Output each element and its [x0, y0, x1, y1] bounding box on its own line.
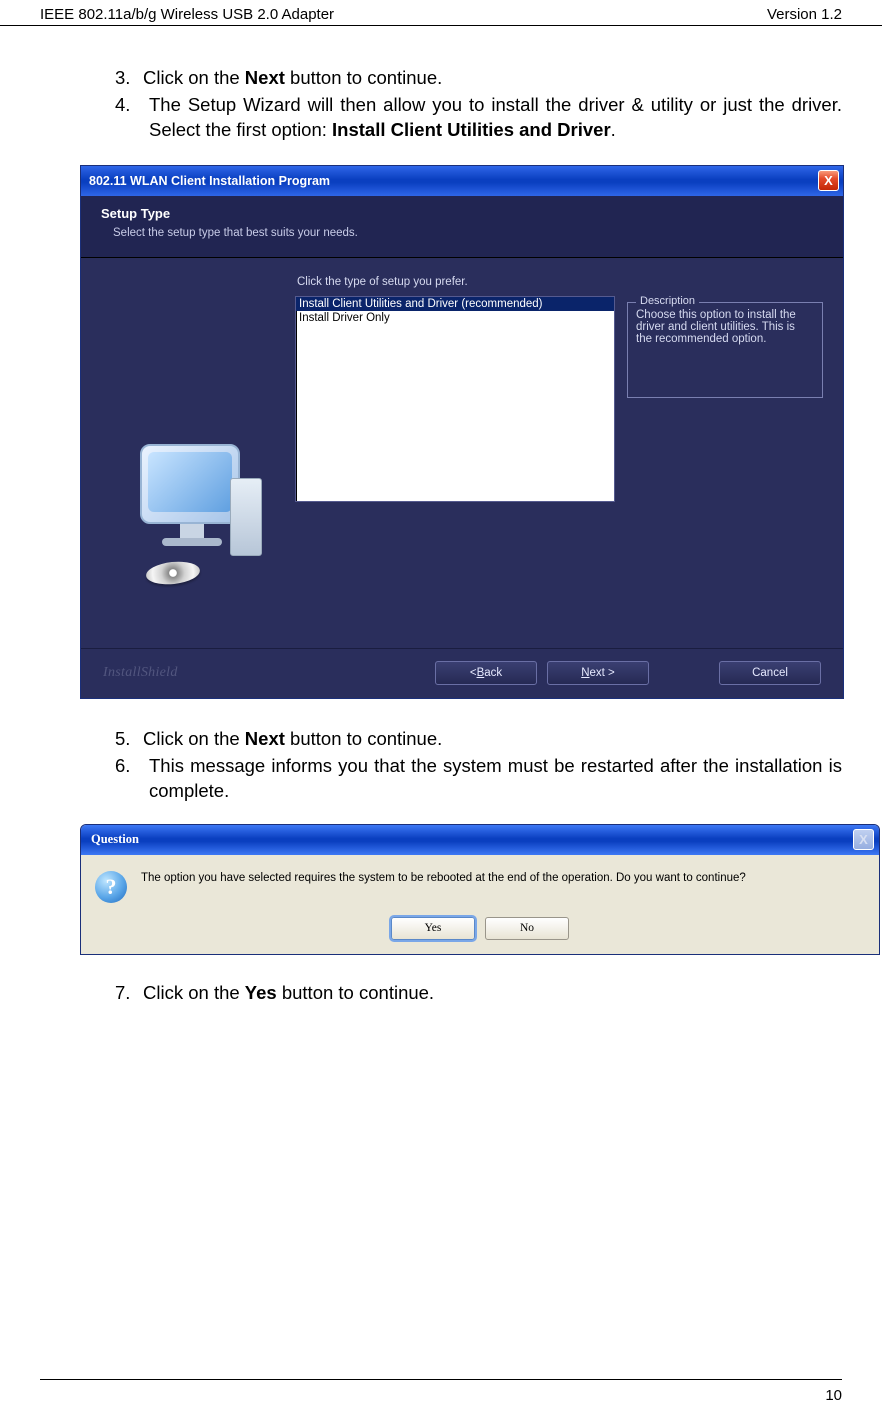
step-text: .: [611, 119, 616, 140]
step-6: 6. This message informs you that the sys…: [115, 754, 842, 804]
setup-options-list[interactable]: Install Client Utilities and Driver (rec…: [295, 296, 615, 502]
step-bold: Next: [245, 728, 285, 749]
option-install-utilities-driver[interactable]: Install Client Utilities and Driver (rec…: [296, 297, 614, 311]
header-right: Version 1.2: [767, 6, 842, 23]
step-5: 5.Click on the Next button to continue.: [115, 727, 842, 752]
wizard-header: Setup Type Select the setup type that be…: [81, 196, 843, 258]
installer-window: 802.11 WLAN Client Installation Program …: [80, 165, 844, 699]
step-num: 7.: [115, 981, 143, 1006]
step-text: Click on the: [143, 728, 245, 749]
installer-title: 802.11 WLAN Client Installation Program: [89, 174, 330, 188]
setup-prompt: Click the type of setup you prefer.: [297, 276, 823, 288]
back-underline: B: [477, 667, 485, 679]
question-icon: ?: [95, 871, 127, 903]
step-text: button to continue.: [277, 982, 434, 1003]
step-text: button to continue.: [285, 67, 442, 88]
wizard-body: Click the type of setup you prefer. Inst…: [81, 258, 843, 648]
step-num: 4.: [115, 93, 143, 118]
instruction-list-c: 7.Click on the Yes button to continue.: [40, 981, 842, 1006]
step-num: 6.: [115, 754, 143, 779]
question-title: Question: [91, 832, 139, 847]
instruction-list-a: 3.Click on the Next button to continue. …: [40, 66, 842, 143]
header-left: IEEE 802.11a/b/g Wireless USB 2.0 Adapte…: [40, 6, 334, 23]
step-num: 5.: [115, 727, 143, 752]
step-3: 3.Click on the Next button to continue.: [115, 66, 842, 91]
no-button[interactable]: No: [485, 917, 569, 940]
wizard-footer: InstallShield < Back Next > Cancel: [81, 648, 843, 698]
description-box: Description Choose this option to instal…: [627, 302, 823, 398]
installer-titlebar: 802.11 WLAN Client Installation Program …: [81, 166, 843, 196]
step-text: This message informs you that the system…: [149, 755, 842, 801]
step-4: 4. The Setup Wizard will then allow you …: [115, 93, 842, 143]
next-button[interactable]: Next >: [547, 661, 649, 685]
step-7: 7.Click on the Yes button to continue.: [115, 981, 842, 1006]
instruction-list-b: 5.Click on the Next button to continue. …: [40, 727, 842, 804]
step-text: Click on the: [143, 982, 245, 1003]
footer-rule: [40, 1379, 842, 1380]
page-header: IEEE 802.11a/b/g Wireless USB 2.0 Adapte…: [0, 0, 882, 26]
back-rest: ack: [484, 667, 502, 679]
wizard-graphic: [101, 276, 291, 624]
cancel-button[interactable]: Cancel: [719, 661, 821, 685]
question-titlebar: Question X: [81, 825, 879, 855]
back-button[interactable]: < Back: [435, 661, 537, 685]
next-underline: N: [581, 667, 589, 679]
step-bold: Next: [245, 67, 285, 88]
step-bold: Yes: [245, 982, 277, 1003]
computer-icon: [126, 444, 266, 584]
installshield-label: InstallShield: [103, 665, 178, 681]
option-install-driver-only[interactable]: Install Driver Only: [296, 311, 614, 325]
page-number: 10: [825, 1387, 842, 1404]
yes-button[interactable]: Yes: [391, 917, 475, 940]
next-rest: ext >: [590, 667, 615, 679]
question-dialog: Question X ? The option you have selecte…: [80, 824, 880, 955]
step-num: 3.: [115, 66, 143, 91]
step-text: button to continue.: [285, 728, 442, 749]
close-icon: X: [853, 829, 874, 850]
description-text: Choose this option to install the driver…: [636, 309, 814, 345]
description-legend: Description: [636, 295, 699, 307]
step-text: Click on the: [143, 67, 245, 88]
close-icon[interactable]: X: [818, 170, 839, 191]
step-bold: Install Client Utilities and Driver: [332, 119, 611, 140]
question-text: The option you have selected requires th…: [141, 871, 865, 887]
setup-type-heading: Setup Type: [101, 206, 823, 221]
setup-type-sub: Select the setup type that best suits yo…: [113, 227, 823, 239]
